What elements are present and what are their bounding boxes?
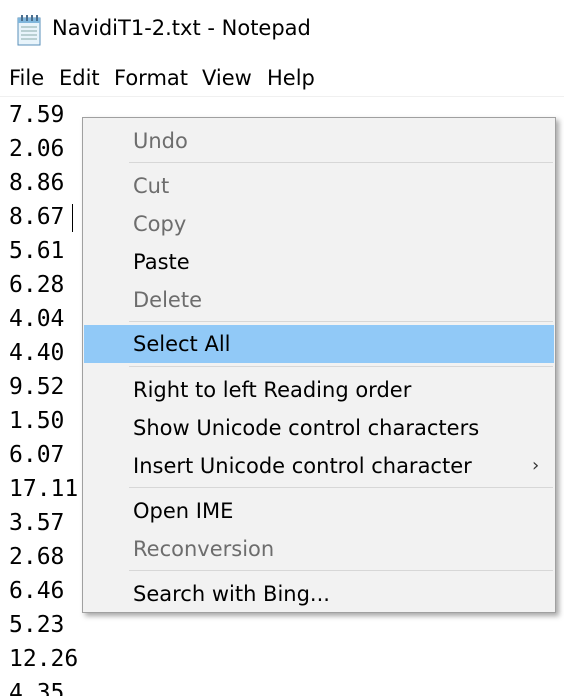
menu-separator — [129, 570, 553, 571]
notepad-icon — [17, 15, 41, 46]
menu-item-insert-unicode[interactable]: Insert Unicode control character › — [84, 448, 554, 484]
text-line: 8.86 — [9, 170, 65, 196]
text-line: 1.50 — [9, 408, 65, 434]
text-line: 3.57 — [9, 510, 65, 536]
chevron-right-icon: › — [532, 455, 540, 476]
menu-item-label: Show Unicode control characters — [133, 416, 480, 440]
text-caret — [72, 204, 73, 232]
menu-item-open-ime[interactable]: Open IME — [84, 493, 554, 529]
text-line: 9.52 — [9, 374, 65, 400]
menu-item-copy[interactable]: Copy — [84, 206, 554, 242]
text-line: 4.40 — [9, 340, 65, 366]
menu-separator — [129, 321, 553, 322]
menu-item-delete[interactable]: Delete — [84, 282, 554, 318]
menu-item-label: Insert Unicode control character — [133, 454, 472, 478]
menu-item-label: Right to left Reading order — [133, 378, 412, 402]
menu-separator — [129, 487, 553, 488]
menu-separator — [129, 366, 553, 367]
text-line: 8.67 — [9, 204, 65, 230]
menu-item-label: Open IME — [133, 499, 234, 523]
menu-help[interactable]: Help — [267, 66, 315, 90]
menu-edit[interactable]: Edit — [59, 66, 100, 90]
menu-item-label: Paste — [133, 250, 190, 274]
text-line: 5.23 — [9, 612, 65, 638]
window-title: NavidiT1-2.txt - Notepad — [52, 16, 311, 40]
menu-item-undo[interactable]: Undo — [84, 123, 554, 159]
text-line: 6.28 — [9, 272, 65, 298]
menu-item-show-unicode[interactable]: Show Unicode control characters — [84, 410, 554, 446]
menu-item-label: Search with Bing... — [133, 582, 330, 606]
text-line: 6.46 — [9, 578, 65, 604]
text-line: 4.35 — [9, 680, 65, 696]
text-line: 2.06 — [9, 136, 65, 162]
menu-item-label: Select All — [133, 332, 231, 356]
menu-file[interactable]: File — [9, 66, 44, 90]
menu-format[interactable]: Format — [114, 66, 188, 90]
menu-item-label: Undo — [133, 129, 188, 153]
menu-separator — [129, 162, 553, 163]
text-line: 6.07 — [9, 442, 65, 468]
menu-item-paste[interactable]: Paste — [84, 244, 554, 280]
title-bar[interactable]: NavidiT1-2.txt - Notepad — [0, 0, 564, 60]
menu-item-reconversion[interactable]: Reconversion — [84, 531, 554, 567]
menu-view[interactable]: View — [202, 66, 252, 90]
text-line: 5.61 — [9, 238, 65, 264]
context-menu: Undo Cut Copy Paste Delete Select All Ri… — [82, 117, 556, 613]
menu-item-label: Cut — [133, 174, 170, 198]
menu-bar: File Edit Format View Help — [0, 62, 564, 96]
menu-item-label: Reconversion — [133, 537, 275, 561]
text-line: 17.11 — [9, 476, 79, 502]
menu-item-select-all[interactable]: Select All — [84, 325, 554, 363]
menu-item-rtl-reading-order[interactable]: Right to left Reading order — [84, 372, 554, 408]
text-line: 4.04 — [9, 306, 65, 332]
text-line: 7.59 — [9, 102, 65, 128]
menu-item-cut[interactable]: Cut — [84, 168, 554, 204]
menu-item-label: Delete — [133, 288, 202, 312]
text-line: 12.26 — [9, 646, 79, 672]
menu-item-label: Copy — [133, 212, 187, 236]
text-line: 2.68 — [9, 544, 65, 570]
menu-item-search-bing[interactable]: Search with Bing... — [84, 576, 554, 612]
